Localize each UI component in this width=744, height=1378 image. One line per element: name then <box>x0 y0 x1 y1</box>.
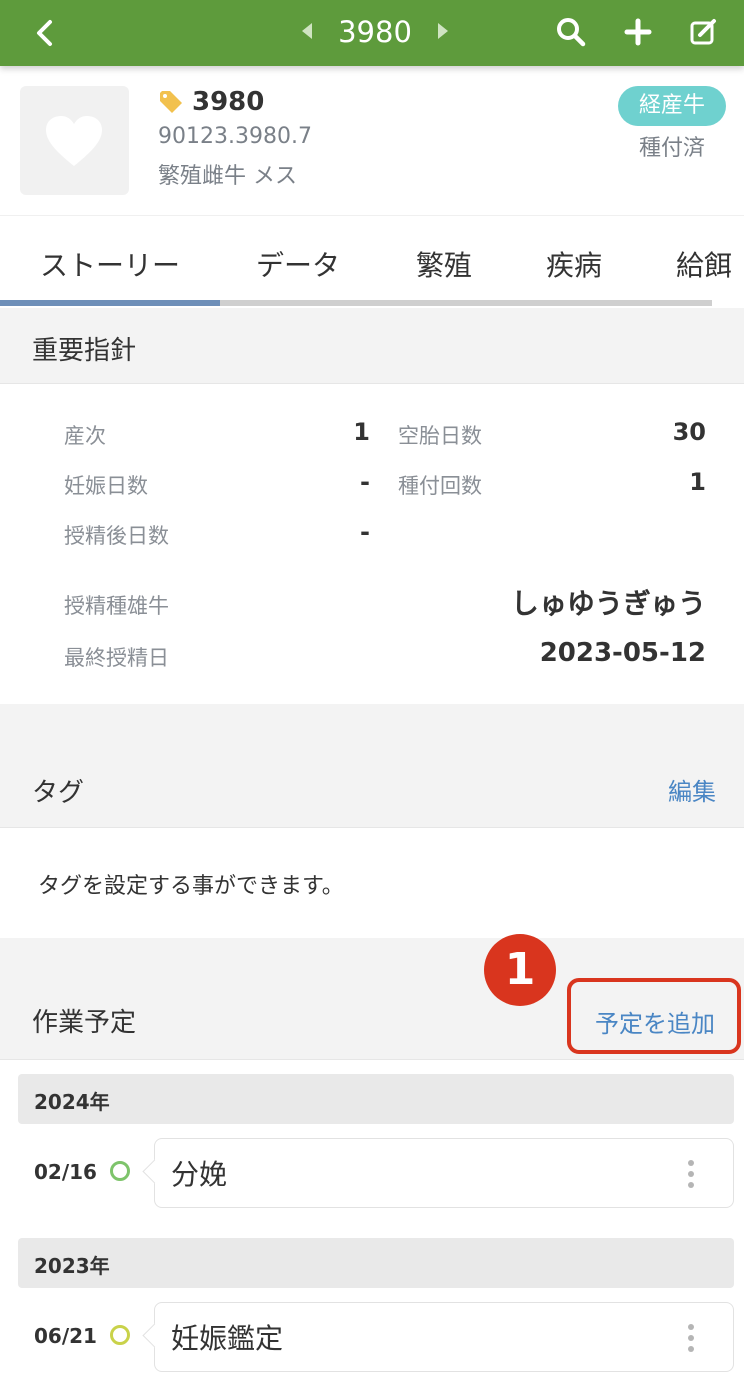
schedule-item-name: 妊娠鑑定 <box>171 1322 284 1355</box>
tab-breeding[interactable]: 繁殖 <box>416 244 472 284</box>
breeding-status: 種付済 <box>638 136 705 161</box>
search-icon[interactable] <box>553 14 589 50</box>
tag-icon <box>160 91 182 113</box>
last-insemination-label: 最終授精日 <box>64 646 169 670</box>
stat-value: 1 <box>353 418 370 446</box>
cow-number: 3980 <box>158 84 264 120</box>
stat-value: 1 <box>689 468 706 496</box>
stat-label: 種付回数 <box>398 474 482 498</box>
stat-value: - <box>360 468 370 496</box>
kebab-menu-icon[interactable] <box>687 1323 695 1353</box>
tag-edit-link[interactable]: 編集 <box>668 772 716 807</box>
tab-feeding[interactable]: 給餌 <box>676 244 744 284</box>
avatar <box>20 86 129 195</box>
year-label: 2023年 <box>34 1254 110 1278</box>
last-insemination-value: 2023-05-12 <box>539 638 706 668</box>
status-badge: 経産牛 <box>618 86 726 126</box>
tab-active-indicator <box>0 300 220 306</box>
year-header: 2024年 <box>18 1074 734 1124</box>
schedule-item-name: 分娩 <box>171 1158 228 1191</box>
top-bar: 3980 <box>0 0 744 66</box>
add-schedule-highlight: 予定を追加 <box>567 978 741 1054</box>
step-marker: 1 <box>484 934 556 1006</box>
stat-label: 産次 <box>64 424 106 448</box>
tag-body: タグを設定する事ができます。 <box>0 828 744 938</box>
schedule-title: 作業予定 <box>32 1008 137 1038</box>
status-circle-icon <box>110 1161 130 1181</box>
tag-header: タグ 編集 <box>0 704 744 828</box>
schedule-item[interactable]: 分娩 <box>154 1138 734 1208</box>
tab-bar: ストーリー データ 繁殖 疾病 給餌 <box>0 216 744 308</box>
stat-label: 妊娠日数 <box>64 474 148 498</box>
tab-disease[interactable]: 疾病 <box>546 244 602 284</box>
schedule-list: 2024年 02/16 分娩 2023年 06/21 妊娠鑑定 <box>0 1060 744 1378</box>
year-label: 2024年 <box>34 1090 110 1114</box>
stat-value: 30 <box>672 418 706 446</box>
stat-label: 授精後日数 <box>64 524 169 548</box>
back-chevron-icon[interactable] <box>28 16 62 50</box>
important-title: 重要指針 <box>32 336 137 366</box>
year-header: 2023年 <box>18 1238 734 1288</box>
important-header: 重要指針 <box>0 308 744 384</box>
animal-card: 3980 90123.3980.7 繁殖雌牛 メス 経産牛 種付済 <box>0 66 744 216</box>
schedule-item[interactable]: 妊娠鑑定 <box>154 1302 734 1372</box>
sire-value: しゅゆうぎゅう <box>510 587 706 620</box>
header-title: 3980 <box>338 15 412 49</box>
tab-story[interactable]: ストーリー <box>40 244 180 284</box>
tab-data[interactable]: データ <box>256 244 340 284</box>
tag-placeholder: タグを設定する事ができます。 <box>38 874 344 899</box>
app-screen: 3980 3980 90123.3980.7 繁殖雌牛 メス 経産牛 種付済 ス… <box>0 0 744 1378</box>
important-stats: 産次 1 空胎日数 30 妊娠日数 - 種付回数 1 授精後日数 - 授精種雄牛… <box>0 384 744 704</box>
stat-value: - <box>360 518 370 546</box>
category: 繁殖雌牛 メス <box>158 164 297 189</box>
edit-icon[interactable] <box>686 14 722 50</box>
kebab-menu-icon[interactable] <box>687 1159 695 1189</box>
tag-title: タグ <box>32 778 85 808</box>
schedule-date: 06/21 <box>34 1324 97 1348</box>
cow-number-text: 3980 <box>192 87 265 117</box>
id-code: 90123.3980.7 <box>158 124 312 149</box>
heart-icon <box>46 116 102 166</box>
sire-label: 授精種雄牛 <box>64 594 169 618</box>
plus-icon[interactable] <box>620 14 656 50</box>
stat-label: 空胎日数 <box>398 424 482 448</box>
status-circle-icon <box>110 1325 130 1345</box>
schedule-date: 02/16 <box>34 1160 97 1184</box>
add-schedule-link[interactable]: 予定を追加 <box>595 1004 715 1039</box>
next-triangle-icon[interactable] <box>436 22 450 40</box>
prev-triangle-icon[interactable] <box>300 22 314 40</box>
